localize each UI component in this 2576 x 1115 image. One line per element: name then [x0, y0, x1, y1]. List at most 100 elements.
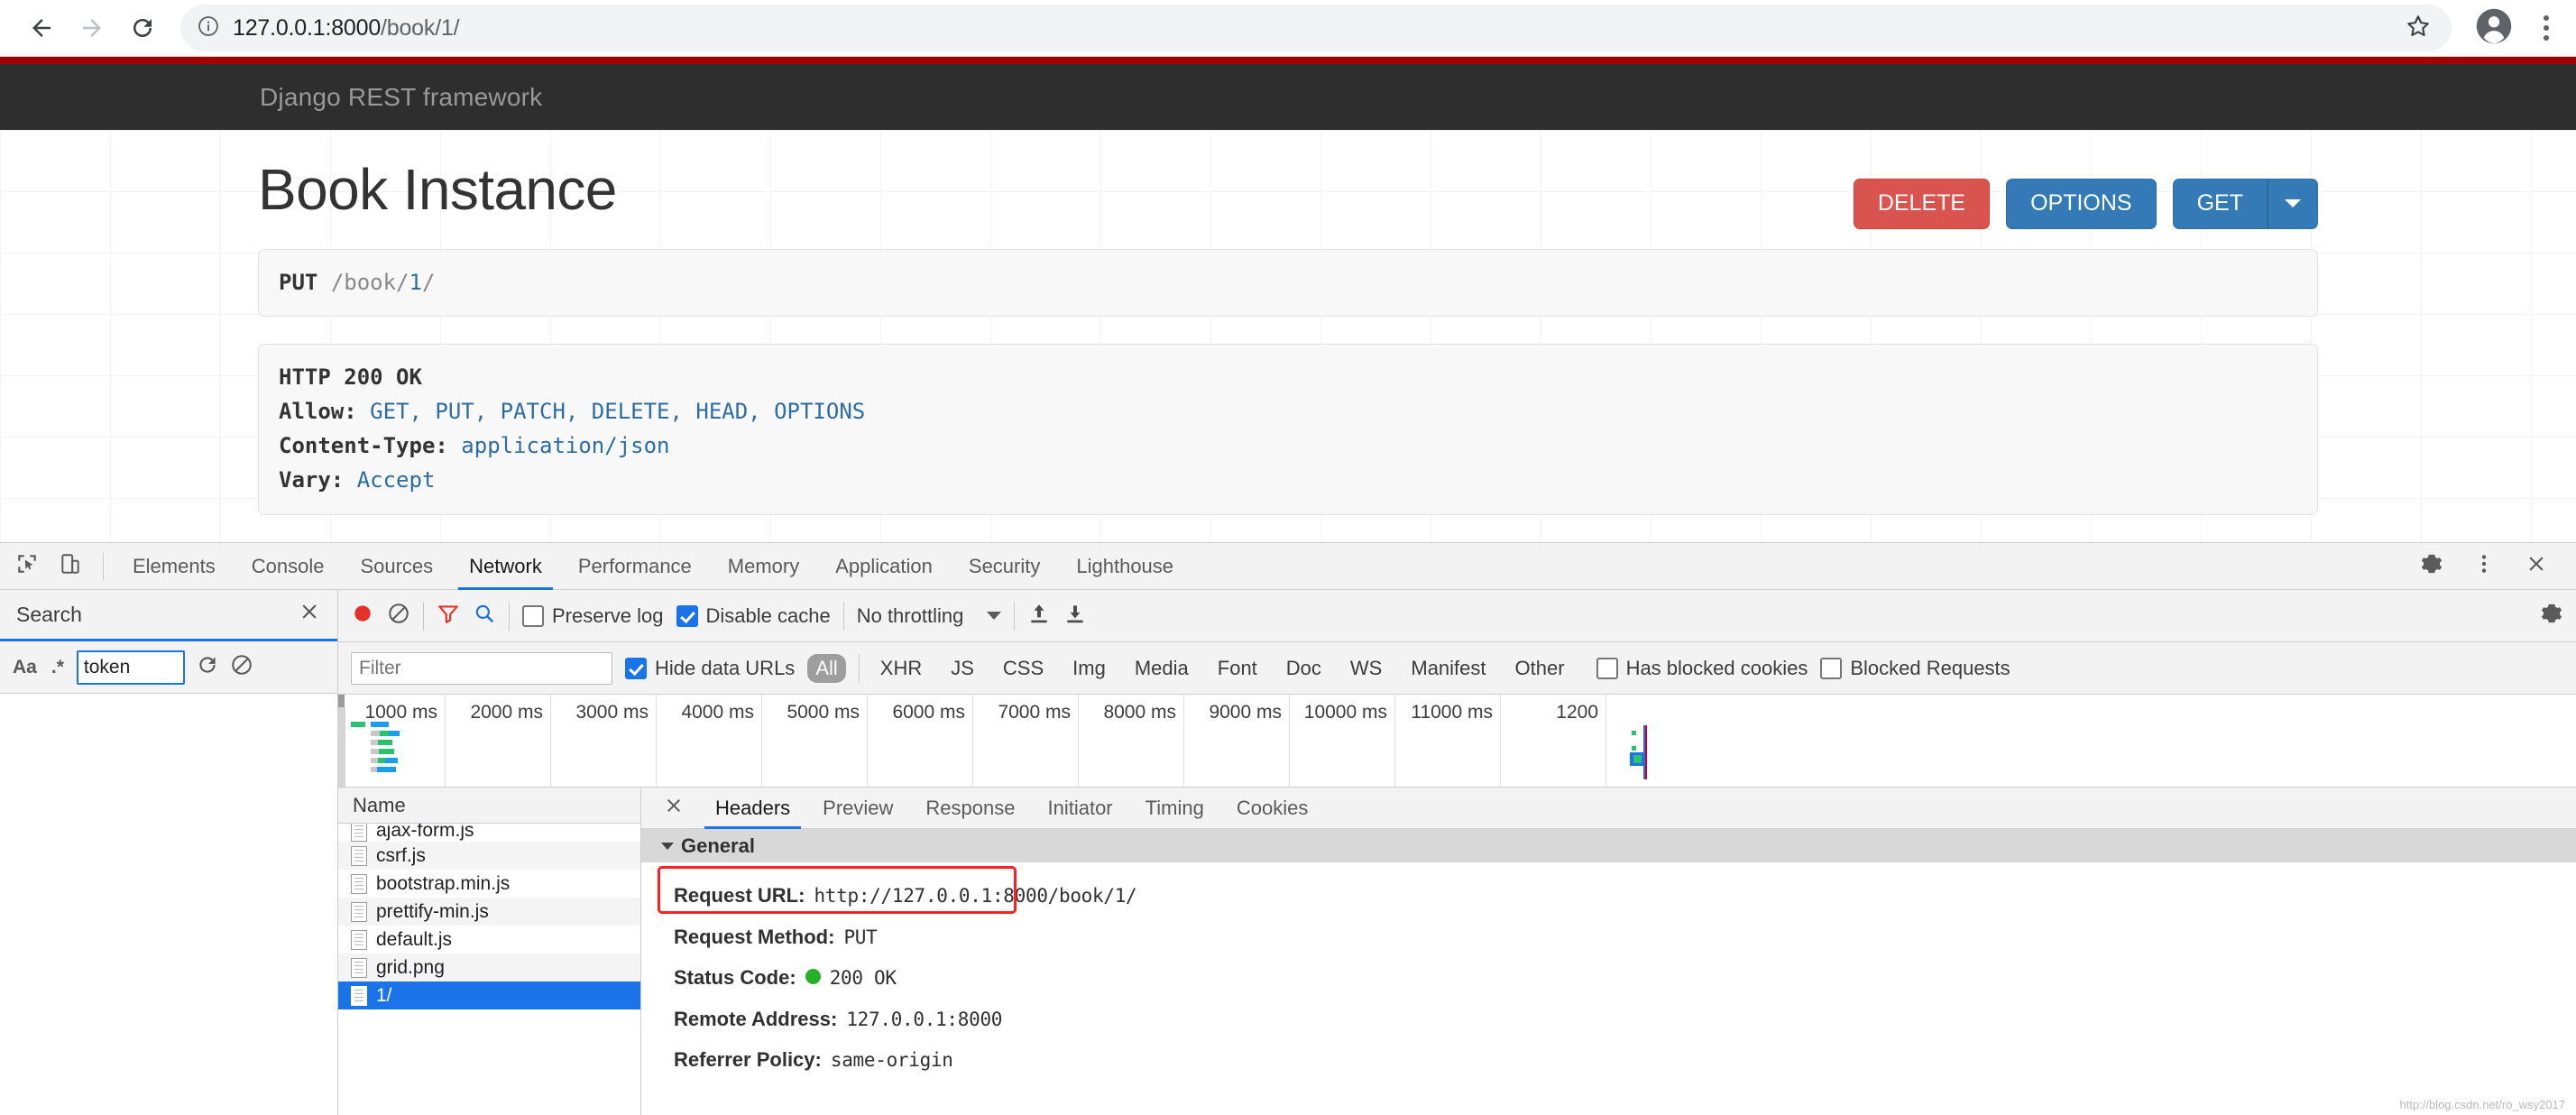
- detail-tab-response[interactable]: Response: [909, 788, 1031, 829]
- timeline-gridline: [1078, 695, 1079, 787]
- request-path-suffix: /: [421, 269, 436, 295]
- general-section-header[interactable]: General: [641, 829, 2576, 862]
- type-filter-other[interactable]: Other: [1507, 654, 1573, 683]
- table-row[interactable]: grid.png: [338, 954, 640, 981]
- network-pane: Preserve log Disable cache No throttling: [338, 590, 2576, 1115]
- request-method: PUT: [279, 269, 318, 295]
- search-input[interactable]: [76, 650, 185, 685]
- detail-tab-headers[interactable]: Headers: [699, 788, 806, 829]
- detail-tabbar: Headers Preview Response Initiator Timin…: [641, 788, 2576, 829]
- general-value: http://127.0.0.1:8000/book/1/: [814, 885, 1137, 907]
- tab-console[interactable]: Console: [234, 543, 343, 590]
- clear-network-icon: [387, 603, 410, 630]
- star-icon[interactable]: [2405, 13, 2432, 44]
- detail-close-button[interactable]: [649, 795, 699, 822]
- clear-network-button[interactable]: [387, 602, 410, 631]
- type-filter-img[interactable]: Img: [1064, 654, 1114, 683]
- detail-tab-preview[interactable]: Preview: [806, 788, 909, 829]
- js-file-icon: [351, 845, 367, 866]
- devtools-close-button[interactable]: [2515, 545, 2558, 588]
- blocked-requests-checkbox[interactable]: Blocked Requests: [1820, 657, 2010, 680]
- overview-left-band: [338, 707, 345, 787]
- detail-tab-initiator[interactable]: Initiator: [1031, 788, 1128, 829]
- tab-memory[interactable]: Memory: [710, 543, 817, 590]
- type-filter-font[interactable]: Font: [1210, 654, 1265, 683]
- filter-toggle-button[interactable]: [437, 602, 460, 631]
- overview-scrollbar[interactable]: [338, 695, 345, 707]
- type-filter-media[interactable]: Media: [1127, 654, 1197, 683]
- get-button-group: GET: [2172, 179, 2318, 229]
- options-button[interactable]: OPTIONS: [2006, 179, 2157, 229]
- search-toggle-button[interactable]: [473, 602, 496, 631]
- export-har-button[interactable]: [1063, 602, 1087, 631]
- request-list-column-header[interactable]: Name: [338, 788, 640, 824]
- type-filter-xhr[interactable]: XHR: [872, 654, 930, 683]
- devtools-more-button[interactable]: [2462, 545, 2506, 588]
- network-overview-timeline[interactable]: 1000 ms 2000 ms 3000 ms 4000 ms 5000 ms …: [338, 695, 2576, 788]
- drf-brand-link[interactable]: Django REST framework: [260, 83, 542, 112]
- header-key-vary: Vary:: [279, 467, 345, 493]
- search-clear-button[interactable]: [230, 653, 253, 682]
- general-row-referrer-policy[interactable]: Referrer Policy: same-origin: [641, 1039, 2576, 1081]
- forward-button[interactable]: [67, 3, 117, 53]
- filter-input[interactable]: [351, 651, 612, 685]
- has-blocked-cookies-checkbox[interactable]: Has blocked cookies: [1596, 657, 1808, 680]
- network-settings-button[interactable]: [2540, 602, 2563, 631]
- address-bar[interactable]: 127.0.0.1:8000/book/1/: [180, 5, 2452, 51]
- type-filter-js[interactable]: JS: [943, 654, 982, 683]
- timeline-gridline: [1289, 695, 1290, 787]
- back-button[interactable]: [16, 3, 67, 53]
- timeline-gridline: [1500, 695, 1501, 787]
- search-pane: Search Aa .*: [0, 590, 338, 1115]
- preserve-log-checkbox[interactable]: Preserve log: [522, 604, 664, 628]
- table-row[interactable]: default.js: [338, 926, 640, 954]
- tab-lighthouse[interactable]: Lighthouse: [1058, 543, 1191, 590]
- general-row-request-method[interactable]: Request Method: PUT: [641, 917, 2576, 958]
- table-row[interactable]: ajax-form.js: [338, 824, 640, 842]
- tab-elements[interactable]: Elements: [115, 543, 234, 590]
- reload-button[interactable]: [117, 3, 168, 53]
- get-button[interactable]: GET: [2172, 179, 2268, 229]
- tab-network[interactable]: Network: [451, 543, 560, 590]
- type-filter-all[interactable]: All: [807, 653, 846, 683]
- device-toolbar-button[interactable]: [49, 545, 92, 588]
- type-filter-ws[interactable]: WS: [1342, 654, 1390, 683]
- request-list-rows[interactable]: ajax-form.js csrf.js bootstrap.min.js pr…: [338, 824, 640, 1115]
- hide-data-urls-checkbox[interactable]: Hide data URLs: [625, 657, 795, 680]
- header-key-content-type: Content-Type:: [279, 433, 448, 459]
- delete-button[interactable]: DELETE: [1853, 179, 1991, 229]
- devtools-settings-button[interactable]: [2410, 545, 2453, 588]
- type-filter-css[interactable]: CSS: [995, 654, 1052, 683]
- import-har-button[interactable]: [1027, 602, 1051, 631]
- table-row[interactable]: prettify-min.js: [338, 898, 640, 926]
- timeline-tick-12000: 1200: [1556, 702, 1598, 723]
- table-row-selected[interactable]: 1/: [338, 981, 640, 1009]
- search-results-list[interactable]: [0, 694, 337, 1115]
- search-refresh-button[interactable]: [196, 653, 219, 682]
- type-filter-manifest[interactable]: Manifest: [1403, 654, 1494, 683]
- regex-toggle[interactable]: .*: [50, 657, 66, 678]
- disable-cache-checkbox[interactable]: Disable cache: [676, 604, 831, 628]
- address-bar-text: 127.0.0.1:8000/book/1/: [233, 15, 2396, 41]
- search-pane-close-button[interactable]: [298, 600, 321, 629]
- info-circle-icon[interactable]: [197, 14, 220, 42]
- general-row-request-url[interactable]: Request URL: http://127.0.0.1:8000/book/…: [641, 875, 2576, 917]
- general-row-status-code[interactable]: Status Code: 200 OK: [641, 957, 2576, 999]
- general-row-remote-address[interactable]: Remote Address: 127.0.0.1:8000: [641, 999, 2576, 1040]
- table-row[interactable]: csrf.js: [338, 842, 640, 870]
- browser-menu-button[interactable]: [2533, 15, 2560, 41]
- throttling-select[interactable]: No throttling: [857, 604, 1002, 628]
- detail-tab-cookies[interactable]: Cookies: [1220, 788, 1324, 829]
- get-dropdown-toggle[interactable]: [2268, 179, 2318, 229]
- table-row[interactable]: bootstrap.min.js: [338, 870, 640, 898]
- detail-tab-timing[interactable]: Timing: [1129, 788, 1220, 829]
- tab-performance[interactable]: Performance: [560, 543, 710, 590]
- match-case-toggle[interactable]: Aa: [11, 657, 39, 678]
- tab-application[interactable]: Application: [817, 543, 951, 590]
- inspect-element-button[interactable]: [5, 545, 49, 588]
- type-filter-doc[interactable]: Doc: [1278, 654, 1329, 683]
- tab-sources[interactable]: Sources: [342, 543, 451, 590]
- profile-avatar[interactable]: [2475, 7, 2513, 50]
- record-button[interactable]: [351, 602, 374, 631]
- tab-security[interactable]: Security: [951, 543, 1058, 590]
